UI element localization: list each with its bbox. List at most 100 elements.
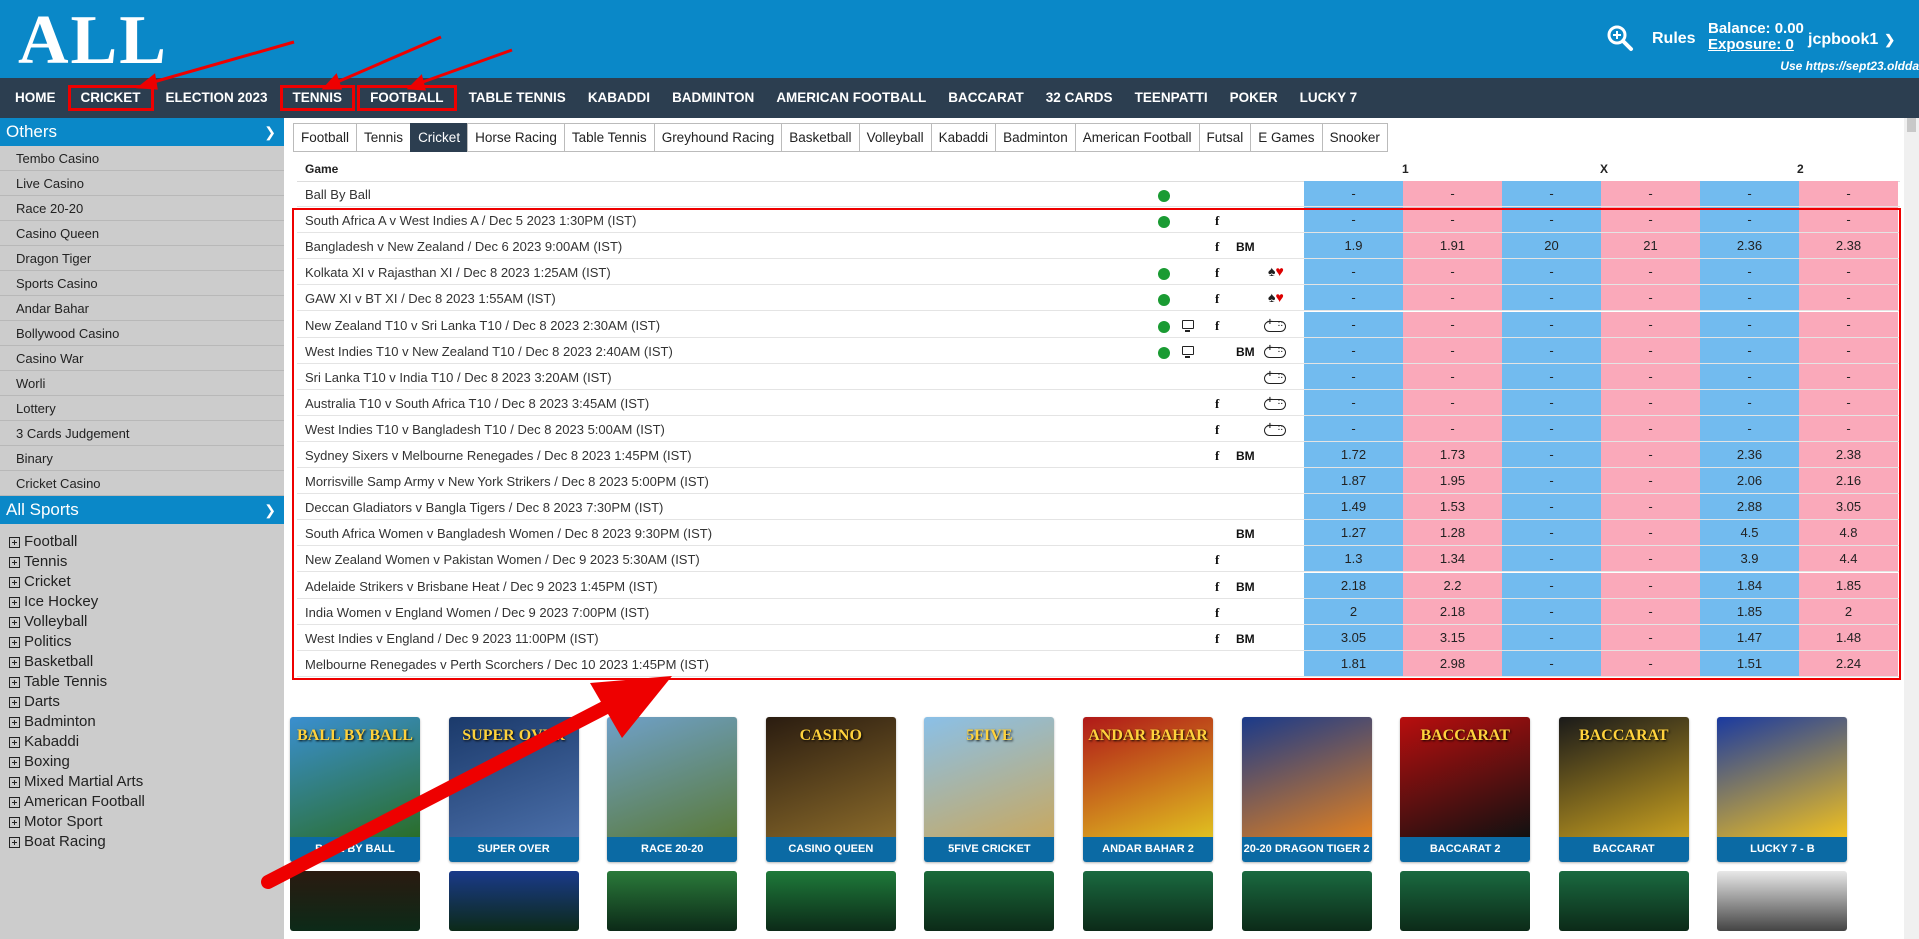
table-row[interactable]: West Indies T10 v Bangladesh T10 / Dec 8… (297, 415, 1900, 442)
event-name-link[interactable]: New Zealand Women v Pakistan Women / Dec… (305, 552, 700, 567)
back-odds-cell[interactable]: - (1502, 442, 1601, 467)
casino-tile-casino-queen[interactable]: CASINO CASINO QUEEN (765, 717, 896, 862)
lay-odds-cell[interactable]: - (1403, 389, 1502, 415)
lay-odds-cell[interactable]: - (1799, 311, 1898, 337)
sidebar-item-tembo-casino[interactable]: Tembo Casino (0, 146, 284, 171)
sport-item-table-tennis[interactable]: Table Tennis (0, 672, 284, 692)
sport-item-kabaddi[interactable]: Kabaddi (0, 732, 284, 752)
lay-odds-cell[interactable]: - (1601, 598, 1700, 624)
table-row[interactable]: Bangladesh v New Zealand / Dec 6 2023 9:… (297, 233, 1900, 260)
lay-odds-cell[interactable]: 1.48 (1799, 624, 1898, 650)
nav-item-poker[interactable]: POKER (1220, 85, 1288, 111)
back-odds-cell[interactable]: - (1502, 520, 1601, 546)
casino-tile-ball-by-ball[interactable]: BALL BY BALL BALL BY BALL (290, 717, 420, 862)
lay-odds-cell[interactable]: - (1601, 546, 1700, 572)
sport-item-tennis[interactable]: Tennis (0, 552, 284, 572)
back-odds-cell[interactable]: - (1304, 207, 1403, 233)
back-odds-cell[interactable]: 1.9 (1304, 233, 1403, 259)
table-row[interactable]: Kolkata XI v Rajasthan XI / Dec 8 2023 1… (297, 259, 1900, 286)
sidebar-item-casino-war[interactable]: Casino War (0, 346, 284, 371)
sidebar-item-casino-queen[interactable]: Casino Queen (0, 221, 284, 246)
sport-item-boat-racing[interactable]: Boat Racing (0, 832, 284, 852)
sport-item-cricket[interactable]: Cricket (0, 572, 284, 592)
event-name-link[interactable]: Melbourne Renegades v Perth Scorchers / … (305, 657, 709, 672)
casino-tile[interactable] (1717, 871, 1848, 931)
event-name-link[interactable]: Ball By Ball (305, 187, 371, 202)
sport-item-football[interactable]: Football (0, 532, 284, 552)
sport-item-ice-hockey[interactable]: Ice Hockey (0, 592, 284, 612)
lay-odds-cell[interactable]: 3.15 (1403, 624, 1502, 650)
tab-football[interactable]: Football (293, 123, 357, 152)
lay-odds-cell[interactable]: - (1799, 181, 1898, 206)
sport-item-american-football[interactable]: American Football (0, 792, 284, 812)
sidebar-item-3-cards-judgement[interactable]: 3 Cards Judgement (0, 421, 284, 446)
expand-plus-icon[interactable] (9, 836, 20, 848)
expand-plus-icon[interactable] (9, 636, 20, 648)
casino-tile-5five-cricket[interactable]: 5FIVE 5FIVE CRICKET (924, 717, 1055, 862)
back-odds-cell[interactable]: - (1502, 207, 1601, 233)
lay-odds-cell[interactable]: - (1403, 181, 1502, 206)
lay-odds-cell[interactable]: - (1799, 337, 1898, 363)
event-name-link[interactable]: West Indies v England / Dec 9 2023 11:00… (305, 631, 599, 646)
back-odds-cell[interactable]: - (1502, 598, 1601, 624)
casino-tile[interactable] (1241, 871, 1372, 931)
lay-odds-cell[interactable]: - (1403, 207, 1502, 233)
sidebar-item-live-casino[interactable]: Live Casino (0, 171, 284, 196)
event-name-link[interactable]: Adelaide Strikers v Brisbane Heat / Dec … (305, 579, 658, 594)
lay-odds-cell[interactable]: - (1601, 259, 1700, 285)
table-row[interactable]: South Africa A v West Indies A / Dec 5 2… (297, 207, 1900, 234)
back-odds-cell[interactable]: 2.18 (1304, 572, 1403, 598)
lay-odds-cell[interactable]: - (1403, 363, 1502, 389)
table-row[interactable]: Melbourne Renegades v Perth Scorchers / … (297, 650, 1900, 677)
casino-tile-baccarat-2[interactable]: BACCARAT BACCARAT 2 (1400, 717, 1531, 862)
expand-plus-icon[interactable] (9, 756, 20, 768)
back-odds-cell[interactable]: 1.51 (1700, 650, 1799, 676)
expand-plus-icon[interactable] (9, 556, 20, 568)
table-row[interactable]: Sydney Sixers v Melbourne Renegades / De… (297, 442, 1900, 468)
expand-plus-icon[interactable] (9, 676, 20, 688)
search-icon[interactable] (1606, 24, 1634, 52)
event-name-link[interactable]: Kolkata XI v Rajasthan XI / Dec 8 2023 1… (305, 265, 611, 280)
back-odds-cell[interactable]: - (1502, 572, 1601, 598)
back-odds-cell[interactable]: 1.81 (1304, 650, 1403, 676)
lay-odds-cell[interactable]: 2.24 (1799, 650, 1898, 676)
event-name-link[interactable]: GAW XI v BT XI / Dec 8 2023 1:55AM (IST) (305, 291, 556, 306)
event-name-link[interactable]: Bangladesh v New Zealand / Dec 6 2023 9:… (305, 239, 622, 254)
nav-item-american-football[interactable]: AMERICAN FOOTBALL (766, 85, 936, 111)
lay-odds-cell[interactable]: - (1403, 337, 1502, 363)
event-name-link[interactable]: South Africa A v West Indies A / Dec 5 2… (305, 213, 636, 228)
user-menu[interactable]: jcpbook1 ❯ (1808, 31, 1895, 49)
lay-odds-cell[interactable]: - (1601, 207, 1700, 233)
sidebar-item-bollywood-casino[interactable]: Bollywood Casino (0, 321, 284, 346)
casino-tile[interactable] (607, 871, 738, 931)
tab-basketball[interactable]: Basketball (781, 123, 859, 152)
expand-plus-icon[interactable] (9, 716, 20, 728)
casino-tile-super-over[interactable]: SUPER OVER SUPER OVER (448, 717, 579, 862)
expand-plus-icon[interactable] (9, 816, 20, 828)
exposure-link[interactable]: Exposure: 0 (1708, 37, 1804, 53)
lay-odds-cell[interactable]: 1.91 (1403, 233, 1502, 259)
sidebar-item-sports-casino[interactable]: Sports Casino (0, 271, 284, 296)
table-row[interactable]: Morrisville Samp Army v New York Striker… (297, 468, 1900, 495)
back-odds-cell[interactable]: - (1502, 650, 1601, 676)
back-odds-cell[interactable]: 1.84 (1700, 572, 1799, 598)
lay-odds-cell[interactable]: 1.53 (1403, 494, 1502, 520)
casino-tile[interactable] (924, 871, 1055, 931)
lay-odds-cell[interactable]: - (1799, 415, 1898, 441)
lay-odds-cell[interactable]: 2 (1799, 598, 1898, 624)
nav-item-baccarat[interactable]: BACCARAT (938, 85, 1034, 111)
back-odds-cell[interactable]: 1.27 (1304, 520, 1403, 546)
back-odds-cell[interactable]: 2.06 (1700, 468, 1799, 494)
lay-odds-cell[interactable]: 3.05 (1799, 494, 1898, 520)
back-odds-cell[interactable]: - (1304, 415, 1403, 441)
event-name-link[interactable]: Sydney Sixers v Melbourne Renegades / De… (305, 448, 692, 463)
nav-item-kabaddi[interactable]: KABADDI (578, 85, 660, 111)
table-row[interactable]: Adelaide Strikers v Brisbane Heat / Dec … (297, 572, 1900, 599)
nav-item-teenpatti[interactable]: TEENPATTI (1125, 85, 1218, 111)
tab-futsal[interactable]: Futsal (1198, 123, 1251, 152)
back-odds-cell[interactable]: - (1502, 311, 1601, 337)
sport-item-darts[interactable]: Darts (0, 692, 284, 712)
lay-odds-cell[interactable]: - (1601, 285, 1700, 311)
lay-odds-cell[interactable]: - (1601, 181, 1700, 206)
table-row[interactable]: GAW XI v BT XI / Dec 8 2023 1:55AM (IST)… (297, 285, 1900, 312)
